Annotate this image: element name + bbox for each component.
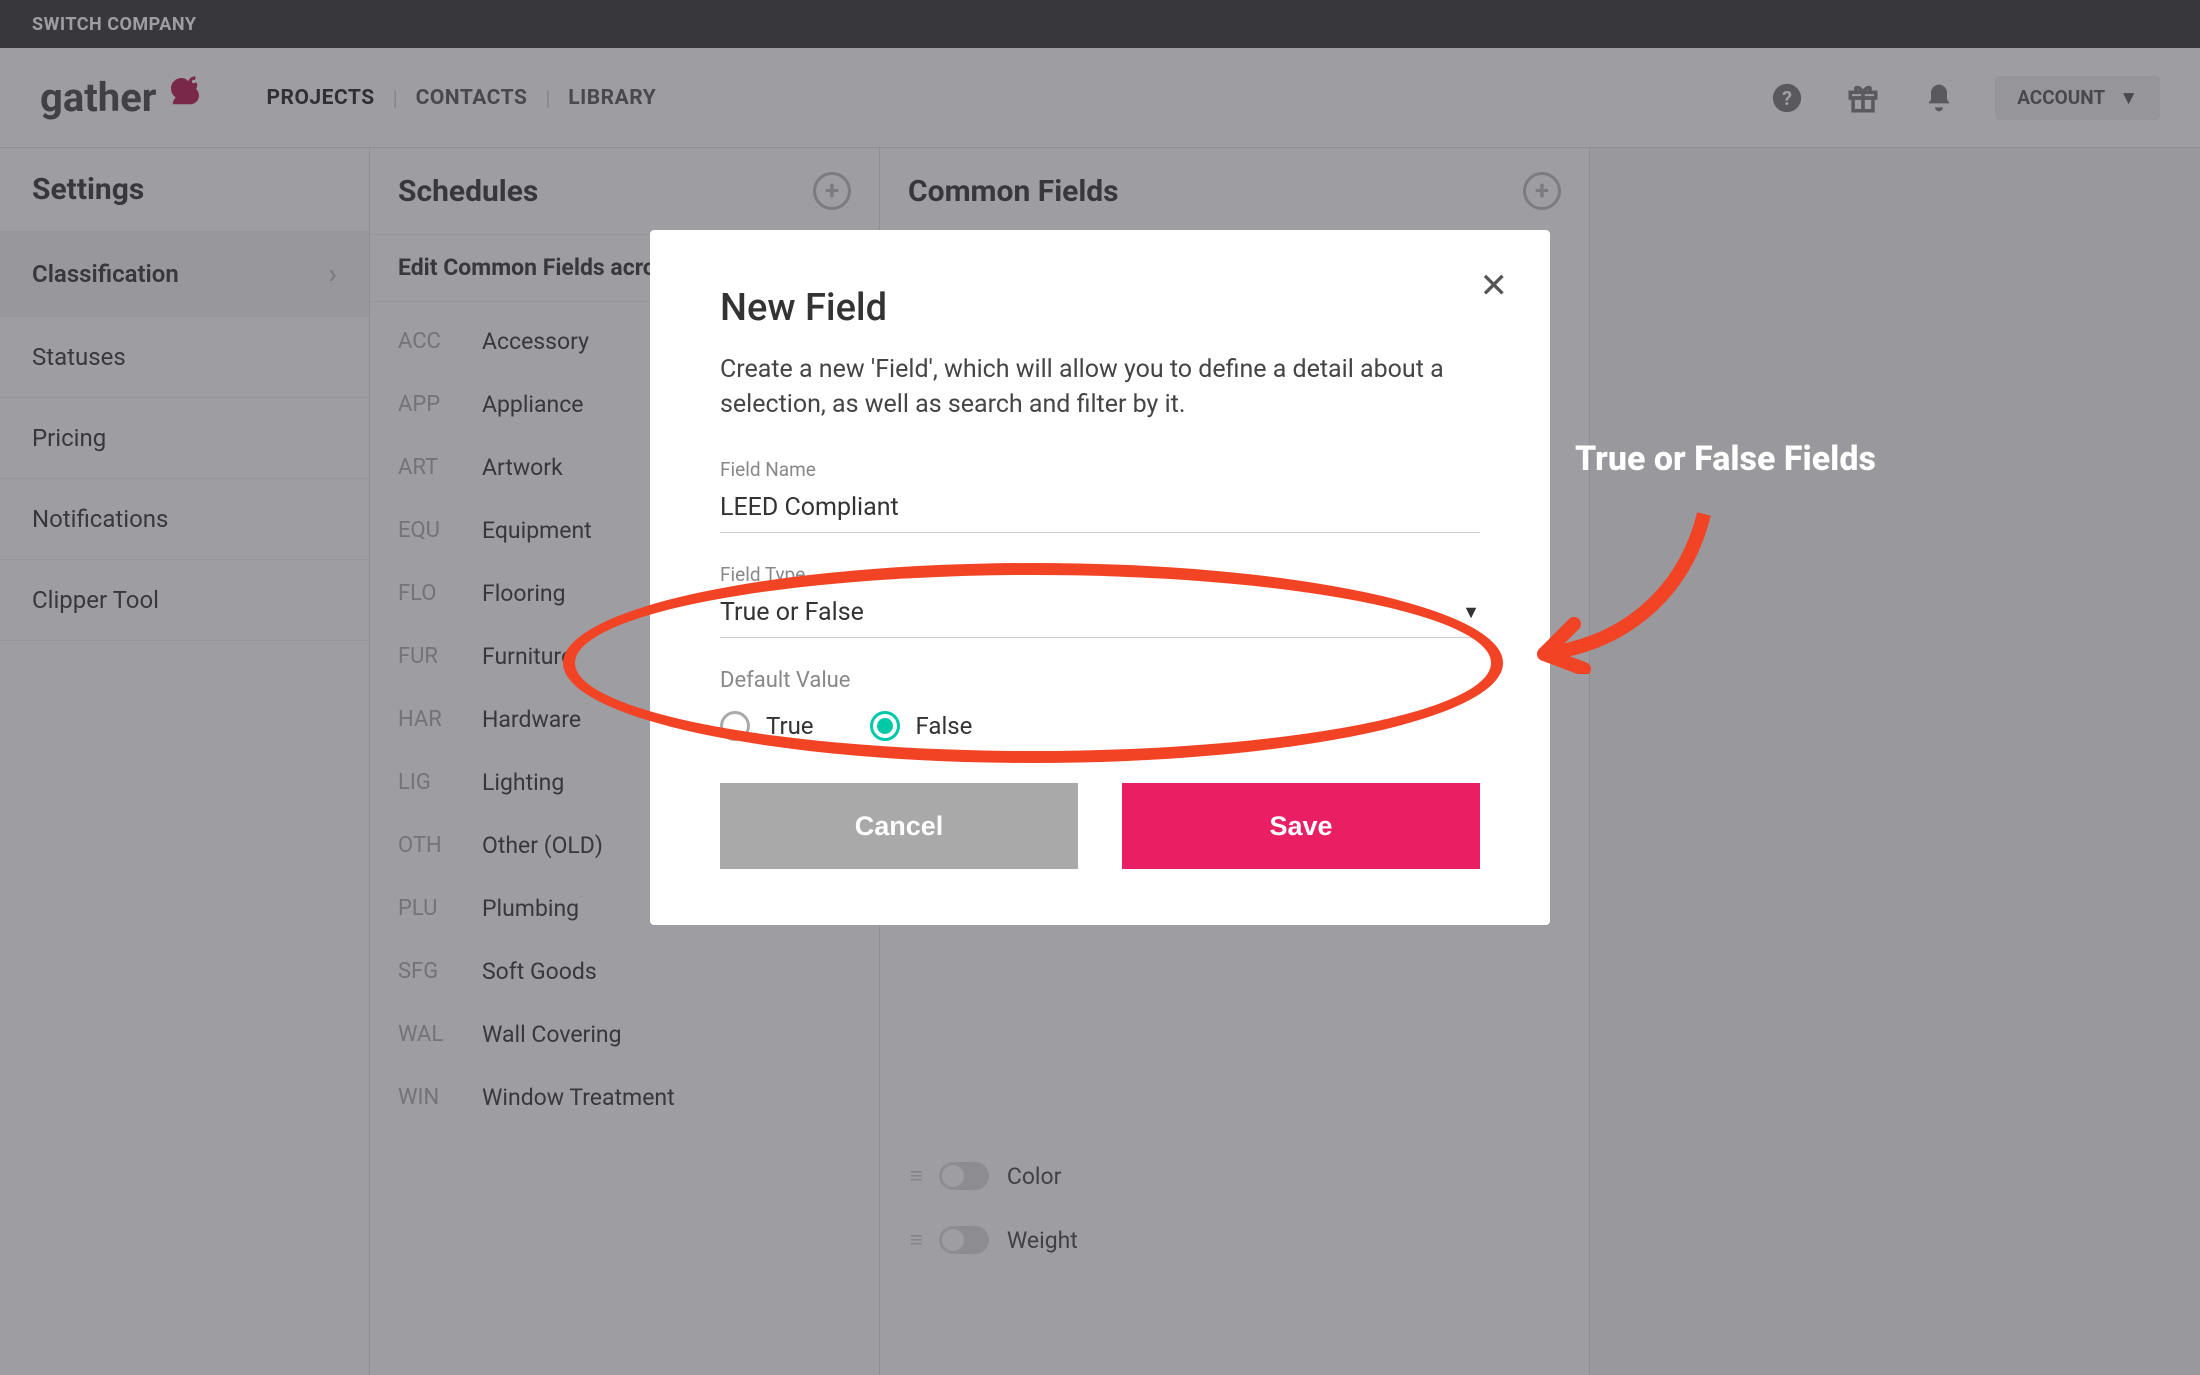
modal-title: New Field [720,286,1480,330]
cancel-button[interactable]: Cancel [720,783,1078,869]
radio-true[interactable]: True [720,711,814,741]
field-type-value: True or False [720,598,864,627]
modal-description: Create a new 'Field', which will allow y… [720,352,1460,422]
annotation-text: True or False Fields [1575,439,1876,479]
field-name-label: Field Name [720,458,1480,481]
new-field-modal: ✕ New Field Create a new 'Field', which … [650,230,1550,925]
default-value-radios: True False [720,711,1480,741]
radio-label: False [916,712,973,740]
field-type-select[interactable]: True or False ▼ [720,592,1480,638]
radio-icon [720,711,750,741]
radio-false[interactable]: False [870,711,973,741]
modal-overlay: ✕ New Field Create a new 'Field', which … [0,0,2200,1375]
radio-label: True [766,712,814,740]
save-button[interactable]: Save [1122,783,1480,869]
field-name-input[interactable] [720,487,1480,533]
default-value-label: Default Value [720,668,1480,693]
close-icon[interactable]: ✕ [1480,266,1509,306]
caret-down-icon: ▼ [1462,602,1480,623]
modal-actions: Cancel Save [720,783,1480,869]
field-type-label: Field Type [720,563,1480,586]
radio-icon [870,711,900,741]
